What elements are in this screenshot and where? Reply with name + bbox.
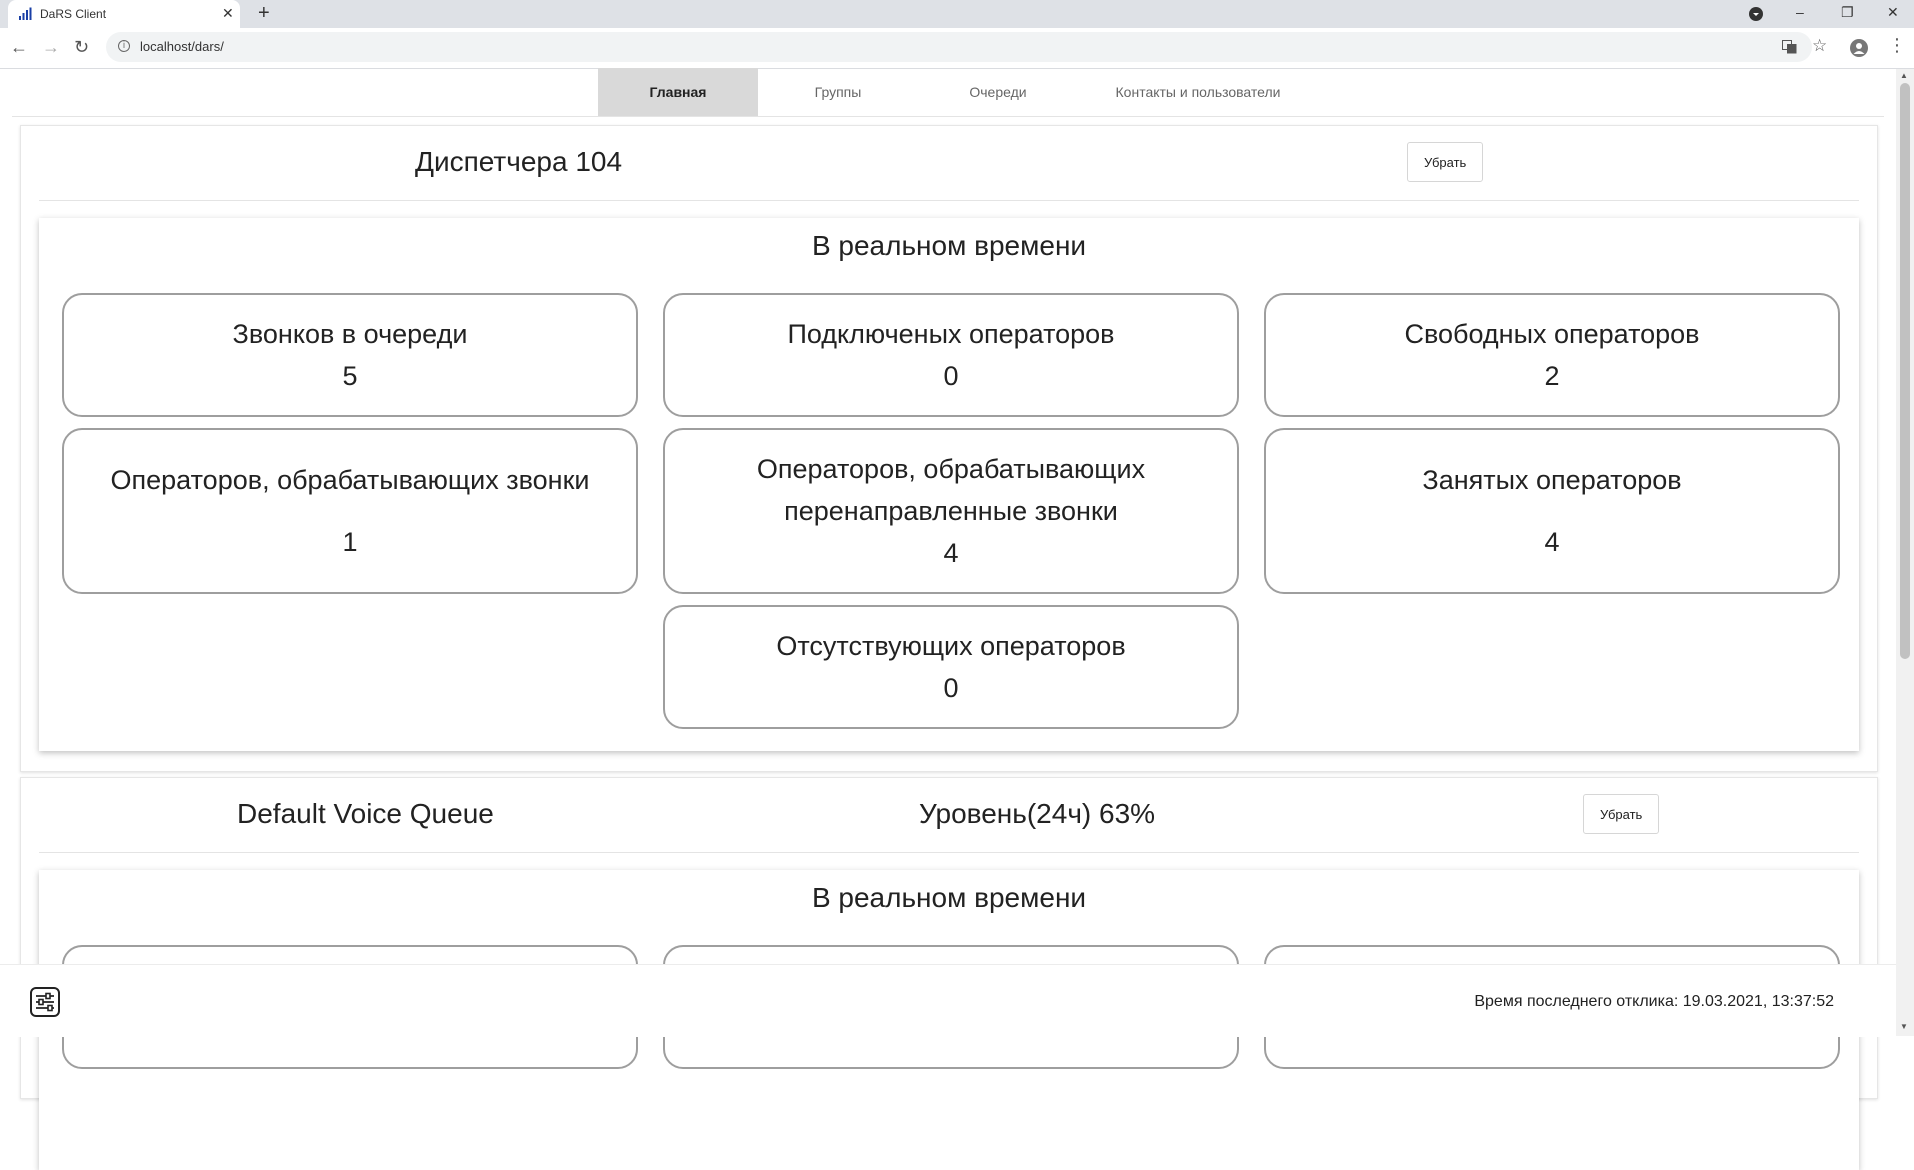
new-tab-icon[interactable]: + bbox=[258, 3, 270, 23]
footer-bar: Время последнего отклика: 19.03.2021, 13… bbox=[0, 964, 1896, 1037]
scrollbar-thumb[interactable] bbox=[1900, 83, 1910, 659]
signal-bars-icon bbox=[19, 7, 32, 20]
tab-close-icon[interactable]: ✕ bbox=[222, 5, 234, 21]
stat-operators-handling-calls: Операторов, обрабатывающих звонки 1 bbox=[62, 428, 638, 594]
window-restore-icon[interactable]: ❐ bbox=[1841, 4, 1854, 20]
window-close-icon[interactable]: ✕ bbox=[1887, 4, 1899, 20]
last-response-time: Время последнего отклика: 19.03.2021, 13… bbox=[1474, 993, 1834, 1010]
remove-button[interactable]: Убрать bbox=[1407, 142, 1484, 182]
stat-value: 2 bbox=[1544, 361, 1560, 391]
stat-label: Занятых операторов bbox=[1422, 465, 1682, 495]
panel-title: Default Voice Queue bbox=[237, 798, 494, 829]
stat-value: 4 bbox=[1544, 527, 1560, 557]
realtime-title: В реальном времени bbox=[811, 230, 1087, 261]
profile-icon[interactable] bbox=[1850, 39, 1868, 57]
panel-title: Диспетчера 104 bbox=[415, 146, 623, 177]
address-bar[interactable]: i localhost/dars/ ☆ bbox=[106, 32, 1827, 62]
realtime-title: В реальном времени bbox=[811, 882, 1087, 913]
panel-header: Default Voice Queue Уровень(24ч) 63% Убр… bbox=[39, 778, 1859, 853]
stat-free-operators: Свободных операторов 2 bbox=[1264, 293, 1840, 417]
stat-label: Операторов, обрабатывающих перенаправлен… bbox=[756, 454, 1146, 526]
stat-connected-operators: Подключеных операторов 0 bbox=[663, 293, 1239, 417]
stat-operators-handling-redirected: Операторов, обрабатывающих перенаправлен… bbox=[663, 428, 1239, 594]
profile-dropdown-icon[interactable] bbox=[1749, 7, 1763, 21]
stat-label: Свободных операторов bbox=[1404, 319, 1700, 349]
browser-toolbar: ← → ↻ i localhost/dars/ ☆ ⋮ bbox=[0, 28, 1914, 69]
stat-label: Отсутствующих операторов bbox=[776, 631, 1126, 661]
scroll-down-icon[interactable]: ▼ bbox=[1900, 1022, 1908, 1032]
stat-value: 4 bbox=[943, 538, 959, 568]
dispatcher-panel: Диспетчера 104 Убрать В реальном времени… bbox=[20, 125, 1878, 772]
stat-absent-operators: Отсутствующих операторов 0 bbox=[663, 605, 1239, 729]
window-minimize-icon[interactable]: – bbox=[1796, 4, 1804, 20]
tab-queues[interactable]: Очереди bbox=[918, 68, 1078, 116]
reload-icon[interactable]: ↻ bbox=[74, 37, 89, 57]
back-icon[interactable]: ← bbox=[10, 37, 28, 57]
page-scrollbar[interactable]: ▲ ▼ bbox=[1896, 69, 1914, 1036]
stat-value: 0 bbox=[943, 361, 959, 391]
browser-tabstrip: DaRS Client ✕ + – ❐ ✕ bbox=[0, 0, 1914, 28]
tab-title: DaRS Client bbox=[40, 7, 107, 21]
stat-calls-in-queue: Звонков в очереди 5 bbox=[62, 293, 638, 417]
default-voice-queue-panel: Default Voice Queue Уровень(24ч) 63% Убр… bbox=[20, 777, 1878, 1170]
main-nav: Главная Группы Очереди Контакты и пользо… bbox=[12, 68, 1884, 117]
sliders-settings-icon[interactable] bbox=[30, 987, 60, 1017]
browser-tab[interactable]: DaRS Client ✕ bbox=[8, 0, 240, 28]
browser-menu-icon[interactable]: ⋮ bbox=[1888, 36, 1906, 54]
realtime-card: В реальном времени Звонков в очереди 5 П… bbox=[39, 218, 1859, 751]
forward-icon[interactable]: → bbox=[42, 37, 60, 57]
stat-value: 5 bbox=[342, 361, 358, 391]
panel-header: Диспетчера 104 Убрать bbox=[39, 126, 1859, 201]
translate-icon[interactable] bbox=[1782, 40, 1797, 54]
stat-label: Подключеных операторов bbox=[787, 319, 1115, 349]
stat-value: 1 bbox=[342, 527, 358, 557]
star-icon[interactable]: ☆ bbox=[1812, 37, 1827, 55]
tab-home[interactable]: Главная bbox=[598, 68, 758, 116]
stat-label: Звонков в очереди bbox=[232, 319, 468, 349]
tab-contacts-users[interactable]: Контакты и пользователи bbox=[1078, 68, 1318, 116]
stat-busy-operators: Занятых операторов 4 bbox=[1264, 428, 1840, 594]
stat-value: 0 bbox=[943, 673, 959, 703]
url-text[interactable]: localhost/dars/ bbox=[140, 39, 224, 54]
info-icon[interactable]: i bbox=[118, 40, 130, 52]
service-level: Уровень(24ч) 63% bbox=[919, 798, 1156, 829]
tab-groups[interactable]: Группы bbox=[758, 68, 918, 116]
stat-label: Операторов, обрабатывающих звонки bbox=[110, 465, 590, 495]
scroll-up-icon[interactable]: ▲ bbox=[1900, 71, 1908, 81]
remove-button[interactable]: Убрать bbox=[1583, 794, 1660, 834]
